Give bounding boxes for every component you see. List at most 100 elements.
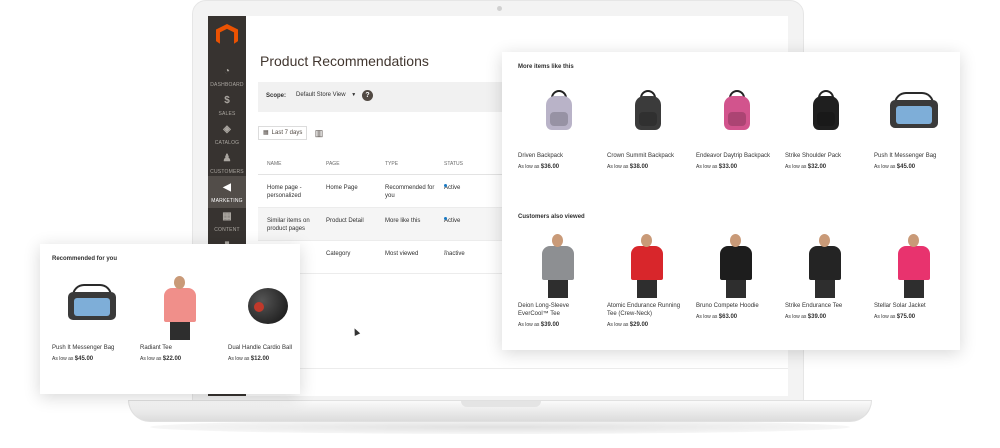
- price-prefix: As low as: [785, 314, 807, 320]
- also-viewed-title: Customers also viewed: [518, 214, 585, 220]
- product-card[interactable]: Stellar Solar Jacket As low as $75.00: [874, 232, 954, 320]
- product-name[interactable]: Atomic Endurance Running Tee (Crew-Neck): [607, 302, 687, 318]
- model-legs: [637, 279, 657, 298]
- cell-type: Most viewed: [385, 251, 419, 257]
- price-prefix: As low as: [874, 314, 896, 320]
- nav-item-catalog[interactable]: ◈ CATALOG: [208, 118, 246, 150]
- help-icon[interactable]: ?: [362, 90, 373, 101]
- product-name[interactable]: Deion Long-Sleeve EverCool™ Tee: [518, 302, 598, 318]
- apparel-image: [140, 274, 220, 340]
- product-card[interactable]: Dual Handle Cardio Ball As low as $12.00: [228, 274, 308, 362]
- hero-illustration: ◔ DASHBOARD $ SALES ◈ CATALOG ♟ CUSTOMERS ◀ MARKE…: [0, 0, 1000, 448]
- backpack-image: [696, 82, 776, 148]
- product-card[interactable]: Atomic Endurance Running Tee (Crew-Neck)…: [607, 232, 687, 328]
- model-head: [908, 234, 919, 247]
- product-card[interactable]: Push It Messenger Bag As low as $45.00: [52, 274, 132, 362]
- columns-icon[interactable]: ▥: [312, 126, 326, 140]
- cell-name: Home page - personalized: [267, 185, 302, 199]
- price-prefix: As low as: [228, 356, 250, 362]
- scope-select[interactable]: Default Store View ▼: [296, 92, 356, 98]
- price-prefix: As low as: [518, 164, 540, 170]
- backpack-pocket: [639, 112, 657, 126]
- product-name[interactable]: Endeavor Daytrip Backpack: [696, 152, 776, 160]
- model-garment: [542, 246, 574, 280]
- price-value: $45.00: [896, 164, 916, 170]
- nav-item-dashboard[interactable]: ◔ DASHBOARD: [208, 60, 246, 92]
- model-head: [819, 234, 830, 247]
- price-prefix: As low as: [607, 322, 629, 328]
- column-header-name[interactable]: NAME: [267, 161, 327, 167]
- date-filter-label: Last 7 days: [271, 130, 303, 136]
- nav-item-customers[interactable]: ♟ CUSTOMERS: [208, 147, 246, 179]
- cell-page: Product Detail: [326, 218, 364, 224]
- model-legs: [548, 279, 568, 298]
- cell-page: Home Page: [326, 185, 358, 191]
- price-value: $29.00: [629, 322, 649, 328]
- nav-item-label: DASHBOARD: [210, 82, 244, 88]
- dashboard-icon: ◔: [223, 66, 231, 77]
- product-name[interactable]: Dual Handle Cardio Ball: [228, 344, 308, 352]
- product-card[interactable]: Radiant Tee As low as $22.00: [140, 274, 220, 362]
- price-prefix: As low as: [874, 164, 896, 170]
- product-price: As low as $29.00: [607, 322, 687, 328]
- product-card[interactable]: Crown Summit Backpack As low as $38.00: [607, 82, 687, 170]
- product-price: As low as $45.00: [874, 164, 954, 170]
- nav-item-content[interactable]: ▦ CONTENT: [208, 205, 246, 237]
- column-header-page[interactable]: PAGE: [326, 161, 340, 167]
- price-value: $36.00: [540, 164, 560, 170]
- column-header-type[interactable]: TYPE: [385, 161, 435, 167]
- product-name[interactable]: Driven Backpack: [518, 152, 598, 160]
- nav-item-label: CUSTOMERS: [210, 169, 244, 175]
- model-garment: [720, 246, 752, 280]
- product-name[interactable]: Radiant Tee: [140, 344, 220, 352]
- product-card[interactable]: Deion Long-Sleeve EverCool™ Tee As low as…: [518, 232, 598, 328]
- date-filter-button[interactable]: ▦ Last 7 days: [258, 126, 308, 140]
- product-card[interactable]: Push It Messenger Bag As low as $45.00: [874, 82, 954, 170]
- cell-status: Inactive: [444, 250, 465, 258]
- product-name[interactable]: Stellar Solar Jacket: [874, 302, 954, 310]
- price-prefix: As low as: [785, 164, 807, 170]
- product-card[interactable]: Bruno Compete Hoodie As low as $63.00: [696, 232, 776, 320]
- model-garment: [898, 246, 930, 280]
- status-text: Inactive: [444, 251, 465, 257]
- model-head: [552, 234, 563, 247]
- price-value: $63.00: [718, 314, 738, 320]
- person-icon: ♟: [222, 153, 232, 164]
- nav-item-sales[interactable]: $ SALES: [208, 89, 246, 121]
- backpack-image: [518, 82, 598, 148]
- product-price: As low as $45.00: [52, 356, 132, 362]
- product-card[interactable]: Strike Endurance Tee As low as $39.00: [785, 232, 865, 320]
- model-legs: [726, 279, 746, 298]
- product-name[interactable]: Crown Summit Backpack: [607, 152, 687, 160]
- product-card[interactable]: Driven Backpack As low as $36.00: [518, 82, 598, 170]
- product-name[interactable]: Strike Endurance Tee: [785, 302, 865, 310]
- backpack-pocket: [550, 112, 568, 126]
- megaphone-icon: ◀: [223, 182, 231, 193]
- cell-name: Similar items on product pages: [267, 218, 310, 232]
- product-card[interactable]: Endeavor Daytrip Backpack As low as $33.0…: [696, 82, 776, 170]
- nav-item-label: SALES: [218, 111, 236, 117]
- product-name[interactable]: Bruno Compete Hoodie: [696, 302, 776, 310]
- product-name[interactable]: Strike Shoulder Pack: [785, 152, 865, 160]
- ball-mark: [254, 302, 264, 312]
- mouse-cursor-icon: [351, 327, 361, 336]
- cell-type: Recommended for you: [385, 185, 435, 199]
- price-value: $39.00: [807, 314, 827, 320]
- product-name[interactable]: Push It Messenger Bag: [52, 344, 132, 352]
- magento-logo-icon[interactable]: [216, 24, 238, 44]
- laptop-base: [128, 400, 872, 422]
- product-name[interactable]: Push It Messenger Bag: [874, 152, 954, 160]
- cell-status: Active: [444, 217, 460, 225]
- product-price: As low as $63.00: [696, 314, 776, 320]
- ball-image: [228, 274, 308, 340]
- product-card[interactable]: Strike Shoulder Pack As low as $32.00: [785, 82, 865, 170]
- apparel-image: [518, 232, 598, 298]
- bag-flap: [74, 298, 110, 316]
- column-header-status[interactable]: STATUS: [444, 161, 463, 167]
- model-legs: [904, 279, 924, 298]
- nav-item-marketing[interactable]: ◀ MARKETING: [208, 176, 246, 208]
- status-dot-icon: [444, 250, 447, 253]
- model-legs: [815, 279, 835, 298]
- price-prefix: As low as: [696, 164, 718, 170]
- model-legs: [170, 321, 190, 340]
